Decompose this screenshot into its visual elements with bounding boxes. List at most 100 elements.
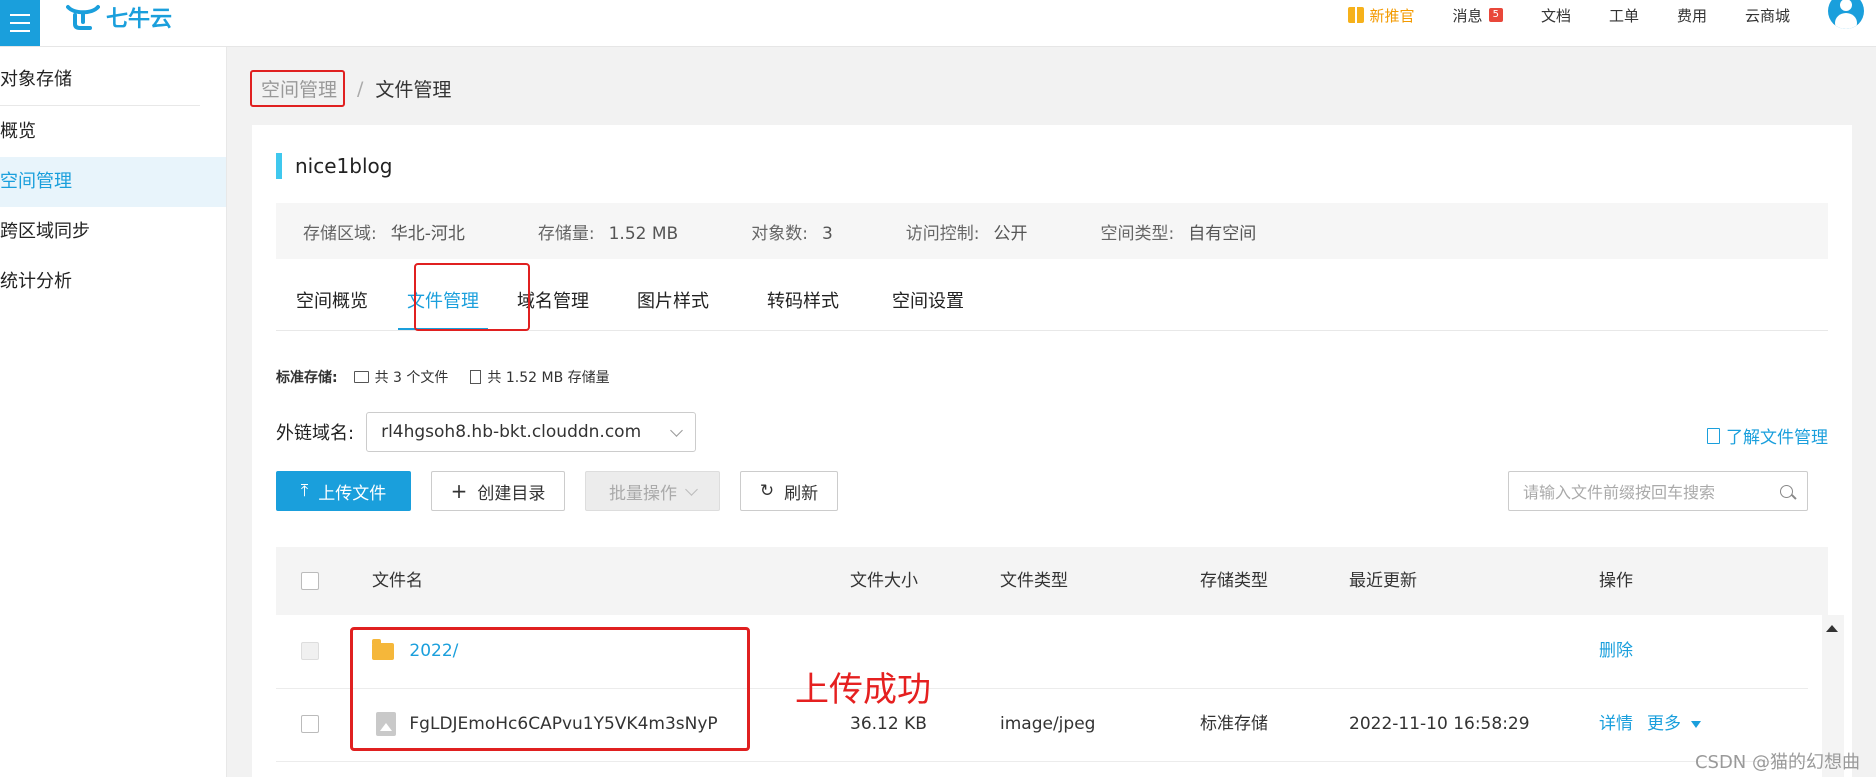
tab-transcode-styles[interactable]: 转码样式: [738, 273, 868, 330]
refresh-button[interactable]: ↻ 刷新: [740, 471, 838, 511]
domain-label: 外链域名:: [276, 423, 355, 444]
tab-bucket-settings[interactable]: 空间设置: [868, 273, 988, 330]
details-link[interactable]: 详情: [1599, 688, 1633, 761]
scroll-up-icon[interactable]: [1826, 625, 1838, 632]
sidebar-item-analytics[interactable]: 统计分析: [0, 257, 226, 307]
info-label: 访问控制:: [905, 223, 980, 244]
info-value: 1.52 MB: [608, 223, 679, 244]
refresh-label: 刷新: [784, 483, 819, 504]
gift-icon: [1347, 7, 1364, 23]
breadcrumb: 空间管理 / 文件管理: [250, 70, 451, 107]
plus-icon: +: [450, 479, 468, 503]
info-value: 公开: [993, 223, 1028, 244]
breadcrumb-current: 文件管理: [375, 79, 452, 101]
tab-image-styles[interactable]: 图片样式: [608, 273, 738, 330]
divider: [0, 105, 200, 106]
upload-icon: ⤒: [300, 481, 309, 501]
upload-label: 上传文件: [318, 483, 387, 504]
domain-value: rl4hgsoh8.hb-bkt.clouddn.com: [381, 422, 642, 442]
refresh-icon: ↻: [759, 481, 775, 501]
logo-text: 七牛云: [106, 7, 173, 32]
tab-overview[interactable]: 空间概览: [276, 273, 388, 330]
file-type: image/jpeg: [1000, 714, 1096, 734]
caret-down-icon: [1691, 720, 1701, 728]
info-label: 对象数:: [751, 223, 808, 244]
info-value: 3: [821, 223, 833, 244]
info-region: 存储区域: 华北-河北: [303, 219, 465, 244]
billing-link[interactable]: 费用: [1677, 5, 1707, 26]
sidebar-item-buckets[interactable]: 空间管理: [0, 157, 226, 207]
column-header-actions: 操作: [1599, 571, 1633, 591]
docs-link[interactable]: 文档: [1541, 5, 1571, 26]
watermark: CSDN @猫的幻想曲: [1694, 752, 1860, 773]
marketplace-link[interactable]: 云商城: [1745, 5, 1790, 26]
create-dir-label: 创建目录: [477, 483, 546, 504]
column-header-type: 文件类型: [1000, 571, 1068, 591]
delete-link[interactable]: 删除: [1599, 615, 1633, 688]
select-all-checkbox[interactable]: [301, 572, 319, 590]
avatar[interactable]: [1828, 0, 1864, 29]
info-label: 空间类型:: [1100, 223, 1175, 244]
title-accent-bar: [276, 153, 282, 179]
info-storage: 存储量: 1.52 MB: [538, 219, 678, 244]
stats-storage: 共 1.52 MB 存储量: [487, 370, 610, 386]
stats-label: 标准存储:: [276, 370, 338, 386]
highlight-box: [350, 627, 750, 751]
storage-type: 标准存储: [1200, 714, 1268, 734]
table-header: 文件名 文件大小 文件类型 存储类型 最近更新 操作: [276, 547, 1828, 615]
info-access-control: 访问控制: 公开: [906, 219, 1028, 244]
storage-icon: [470, 370, 482, 384]
more-dropdown[interactable]: 更多: [1647, 688, 1701, 761]
stats-files: 共 3 个文件: [374, 370, 449, 386]
upload-button[interactable]: ⤒ 上传文件: [276, 471, 411, 511]
breadcrumb-separator: /: [357, 77, 364, 100]
domain-row: 外链域名: rl4hgsoh8.hb-bkt.clouddn.com: [276, 412, 697, 452]
promo-label: 新推官: [1369, 6, 1415, 25]
column-header-size: 文件大小: [850, 571, 918, 591]
search-icon[interactable]: [1780, 484, 1793, 498]
tickets-link[interactable]: 工单: [1609, 5, 1639, 26]
learn-link-label: 了解文件管理: [1726, 428, 1828, 448]
column-header-updated: 最近更新: [1349, 571, 1417, 591]
sidebar: 对象存储 概览 空间管理 跨区域同步 统计分析: [0, 47, 227, 777]
info-value: 自有空间: [1188, 223, 1257, 244]
column-header-storage: 存储类型: [1200, 571, 1268, 591]
highlight-box: [414, 263, 530, 331]
messages-badge: 5: [1488, 8, 1503, 22]
annotation-text: 上传成功: [795, 670, 931, 710]
sidebar-title: 对象存储: [0, 69, 72, 90]
breadcrumb-bucket-management[interactable]: 空间管理: [250, 70, 346, 107]
search-placeholder: 请输入文件前缀按回车搜索: [1523, 483, 1716, 502]
top-nav: 新推官 消息 5 文档 工单 费用 云商城: [1347, 0, 1876, 30]
row-checkbox[interactable]: [301, 715, 319, 733]
info-bucket-type: 空间类型: 自有空间: [1101, 219, 1257, 244]
info-object-count: 对象数: 3: [751, 219, 833, 244]
messages-link[interactable]: 消息 5: [1453, 5, 1503, 26]
learn-file-management-link[interactable]: 了解文件管理: [1707, 423, 1828, 448]
qiniu-logo-icon: [66, 5, 100, 30]
messages-label: 消息: [1452, 6, 1483, 25]
sidebar-item-cross-region-sync[interactable]: 跨区域同步: [0, 207, 226, 257]
search-input[interactable]: 请输入文件前缀按回车搜索: [1508, 471, 1808, 511]
tab-bar: 空间概览 文件管理 域名管理 图片样式 转码样式 空间设置: [276, 263, 1828, 331]
menu-icon[interactable]: [0, 0, 40, 46]
create-directory-button[interactable]: + 创建目录: [431, 471, 565, 511]
batch-operations-button[interactable]: 批量操作: [585, 471, 720, 511]
folder-icon: [353, 371, 369, 383]
domain-select[interactable]: rl4hgsoh8.hb-bkt.clouddn.com: [366, 412, 697, 452]
bucket-name: nice1blog: [295, 154, 393, 178]
document-icon: [1707, 427, 1720, 444]
top-bar: 七牛云 新推官 消息 5 文档 工单 费用 云商城: [0, 0, 1876, 47]
bucket-title: nice1blog: [276, 153, 392, 179]
promo-link[interactable]: 新推官: [1347, 5, 1415, 26]
storage-stats: 标准存储: 共 3 个文件 共 1.52 MB 存储量: [276, 367, 610, 387]
logo[interactable]: 七牛云: [66, 0, 172, 34]
info-label: 存储区域:: [303, 223, 377, 244]
toolbar: ⤒ 上传文件 + 创建目录 批量操作 ↻ 刷新: [276, 471, 838, 511]
row-checkbox[interactable]: [301, 642, 319, 660]
batch-label: 批量操作: [609, 483, 677, 504]
more-label: 更多: [1647, 714, 1681, 734]
sidebar-item-overview[interactable]: 概览: [0, 107, 226, 157]
info-value: 华北-河北: [390, 223, 465, 244]
info-label: 存储量:: [537, 223, 595, 244]
